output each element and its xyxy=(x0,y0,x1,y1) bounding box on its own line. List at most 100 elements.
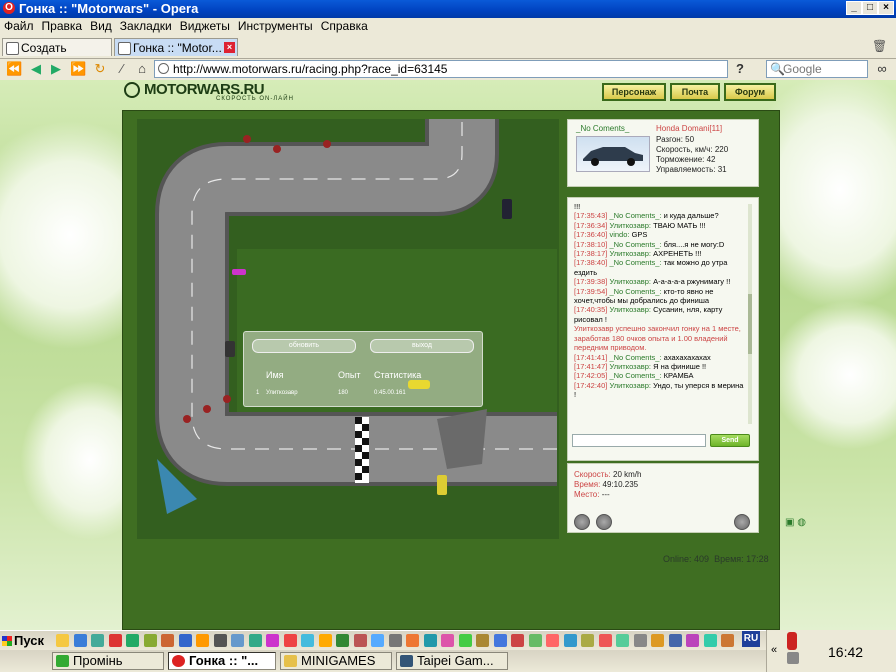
tray-expand-icon[interactable]: « xyxy=(771,644,777,656)
quick-launch-icon[interactable] xyxy=(231,634,244,647)
task-prominj[interactable]: Промінь xyxy=(52,652,164,670)
chat-message: [17:41:41] _No Coments_: ахахахахахах xyxy=(574,352,711,362)
quick-launch-icon[interactable] xyxy=(476,634,489,647)
fast-forward-icon[interactable]: ⏩ xyxy=(70,61,86,77)
quick-launch-icon[interactable] xyxy=(581,634,594,647)
quick-launch-icon[interactable] xyxy=(126,634,139,647)
quick-launch-icon[interactable] xyxy=(336,634,349,647)
quick-launch-icon[interactable] xyxy=(91,634,104,647)
volume-icon[interactable] xyxy=(787,652,799,664)
quick-launch-icon[interactable] xyxy=(546,634,559,647)
quick-launch-icon[interactable] xyxy=(108,634,122,647)
chat-message: [17:35:43] _No Coments_: и куда дальше? xyxy=(574,211,719,221)
opera-icon xyxy=(172,655,185,667)
quick-launch-icon[interactable] xyxy=(703,634,717,647)
quick-launch-icon[interactable] xyxy=(686,634,699,647)
quick-launch-icon[interactable] xyxy=(143,634,157,647)
quick-launch-icon[interactable] xyxy=(616,634,629,647)
quick-launch-icon[interactable] xyxy=(511,634,524,647)
quick-launch-icon[interactable] xyxy=(56,634,69,647)
search-placeholder: Google xyxy=(783,62,822,76)
quick-launch-icon[interactable] xyxy=(668,634,682,647)
back-icon[interactable]: ◀ xyxy=(28,61,44,77)
quick-launch-icon[interactable] xyxy=(441,634,454,647)
menu-edit[interactable]: Правка xyxy=(38,18,87,34)
maximize-button[interactable]: □ xyxy=(862,1,878,15)
tab-race[interactable]: Гонка :: "Motor... × xyxy=(114,38,238,56)
quick-launch-icon[interactable] xyxy=(283,634,297,647)
minimize-button[interactable]: _ xyxy=(846,1,862,15)
zoom-icon[interactable]: ∞ xyxy=(874,61,890,77)
results-header-stats: Статистика xyxy=(374,370,422,380)
quick-launch-icon[interactable] xyxy=(213,634,227,647)
search-field[interactable]: 🔍 Google xyxy=(766,60,868,78)
rewind-icon[interactable]: ⏪ xyxy=(6,61,22,77)
home-icon[interactable]: ⌂ xyxy=(134,61,150,77)
race-status-panel: Скорость: 20 km/h Время: 49:10.235 Место… xyxy=(567,463,759,533)
tray-app-icon[interactable] xyxy=(787,632,797,650)
menu-bookmarks[interactable]: Закладки xyxy=(116,18,176,34)
quick-launch-icon[interactable] xyxy=(721,634,734,647)
chat-message: [17:39:38] Улиткозавр: А-а-а-а-а ржунима… xyxy=(574,277,731,287)
trash-icon[interactable]: 🗑 xyxy=(872,39,887,53)
forward-icon[interactable]: ▶ xyxy=(48,61,64,77)
opera-logo-icon: O xyxy=(3,2,15,14)
menu-view[interactable]: Вид xyxy=(86,18,116,34)
quick-launch-icon[interactable] xyxy=(178,634,192,647)
race-track[interactable]: обновить выход Имя Опыт Статистика 1 Ули… xyxy=(137,119,559,539)
tab-new[interactable]: Создать вкладку xyxy=(2,38,112,73)
side-icons[interactable]: ▣ ◍ xyxy=(785,517,806,528)
chat-scrollbar[interactable] xyxy=(748,204,752,424)
task-taipei[interactable]: Taipei Gam... xyxy=(396,652,508,670)
quick-launch-icon[interactable] xyxy=(371,634,384,647)
quick-launch-icon[interactable] xyxy=(528,634,542,647)
close-button[interactable]: × xyxy=(878,1,894,15)
quick-launch-icon[interactable] xyxy=(388,634,402,647)
quick-launch-icon[interactable] xyxy=(458,634,472,647)
stop-icon[interactable] xyxy=(734,514,750,530)
exit-button[interactable]: выход xyxy=(370,339,474,353)
horn-icon[interactable] xyxy=(596,514,612,530)
quick-launch-icon[interactable] xyxy=(633,634,647,647)
chat-message: [17:38:40] _No Coments_: так можно до ут… xyxy=(574,258,728,277)
url-field[interactable]: http://www.motorwars.ru/racing.php?race_… xyxy=(154,60,728,78)
send-button[interactable]: Send xyxy=(710,434,750,447)
quick-launch-icon[interactable] xyxy=(196,634,209,647)
page-icon xyxy=(118,42,131,55)
reload-icon[interactable]: ↻ xyxy=(92,61,108,77)
nav-forum-button[interactable]: Форум xyxy=(724,83,776,101)
quick-launch-icon[interactable] xyxy=(563,634,577,647)
task-minigames[interactable]: MINIGAMES xyxy=(280,652,392,670)
menu-widgets[interactable]: Виджеты xyxy=(176,18,234,34)
help-icon[interactable]: ? xyxy=(732,61,748,77)
start-button[interactable]: Пуск xyxy=(0,631,48,651)
quick-launch-icon[interactable] xyxy=(301,634,314,647)
quick-launch-icon[interactable] xyxy=(318,634,332,647)
quick-launch-icon[interactable] xyxy=(161,634,174,647)
nav-character-button[interactable]: Персонаж xyxy=(602,83,666,101)
car-owner[interactable]: _No Coments_ xyxy=(576,124,629,133)
nitro-icon[interactable] xyxy=(574,514,590,530)
quick-launch-icon[interactable] xyxy=(651,634,664,647)
menu-help[interactable]: Справка xyxy=(317,18,372,34)
wand-icon[interactable]: ⁄ xyxy=(114,61,130,77)
menu-file[interactable]: Файл xyxy=(0,18,38,34)
search-icon: 🔍 xyxy=(770,62,785,76)
quick-launch-icon[interactable] xyxy=(248,634,262,647)
close-tab-icon[interactable]: × xyxy=(224,42,235,53)
quick-launch-icon[interactable] xyxy=(353,634,367,647)
quick-launch-icon[interactable] xyxy=(493,634,507,647)
chat-input[interactable] xyxy=(572,434,706,447)
refresh-button[interactable]: обновить xyxy=(252,339,356,353)
task-opera[interactable]: Гонка :: "... xyxy=(168,652,276,670)
quick-launch-icon[interactable] xyxy=(598,634,612,647)
quick-launch-icon[interactable] xyxy=(266,634,279,647)
menu-tools[interactable]: Инструменты xyxy=(234,18,317,34)
quick-launch-icon[interactable] xyxy=(423,634,437,647)
language-indicator[interactable]: RU xyxy=(742,631,760,647)
quick-launch-icon[interactable] xyxy=(406,634,419,647)
nav-mail-button[interactable]: Почта xyxy=(670,83,720,101)
quick-launch-icon[interactable] xyxy=(73,634,87,647)
site-icon xyxy=(158,63,169,74)
site-header: MOTORWARS.RU СКОРОСТЬ ON-ЛАЙН Персонаж П… xyxy=(120,80,780,112)
